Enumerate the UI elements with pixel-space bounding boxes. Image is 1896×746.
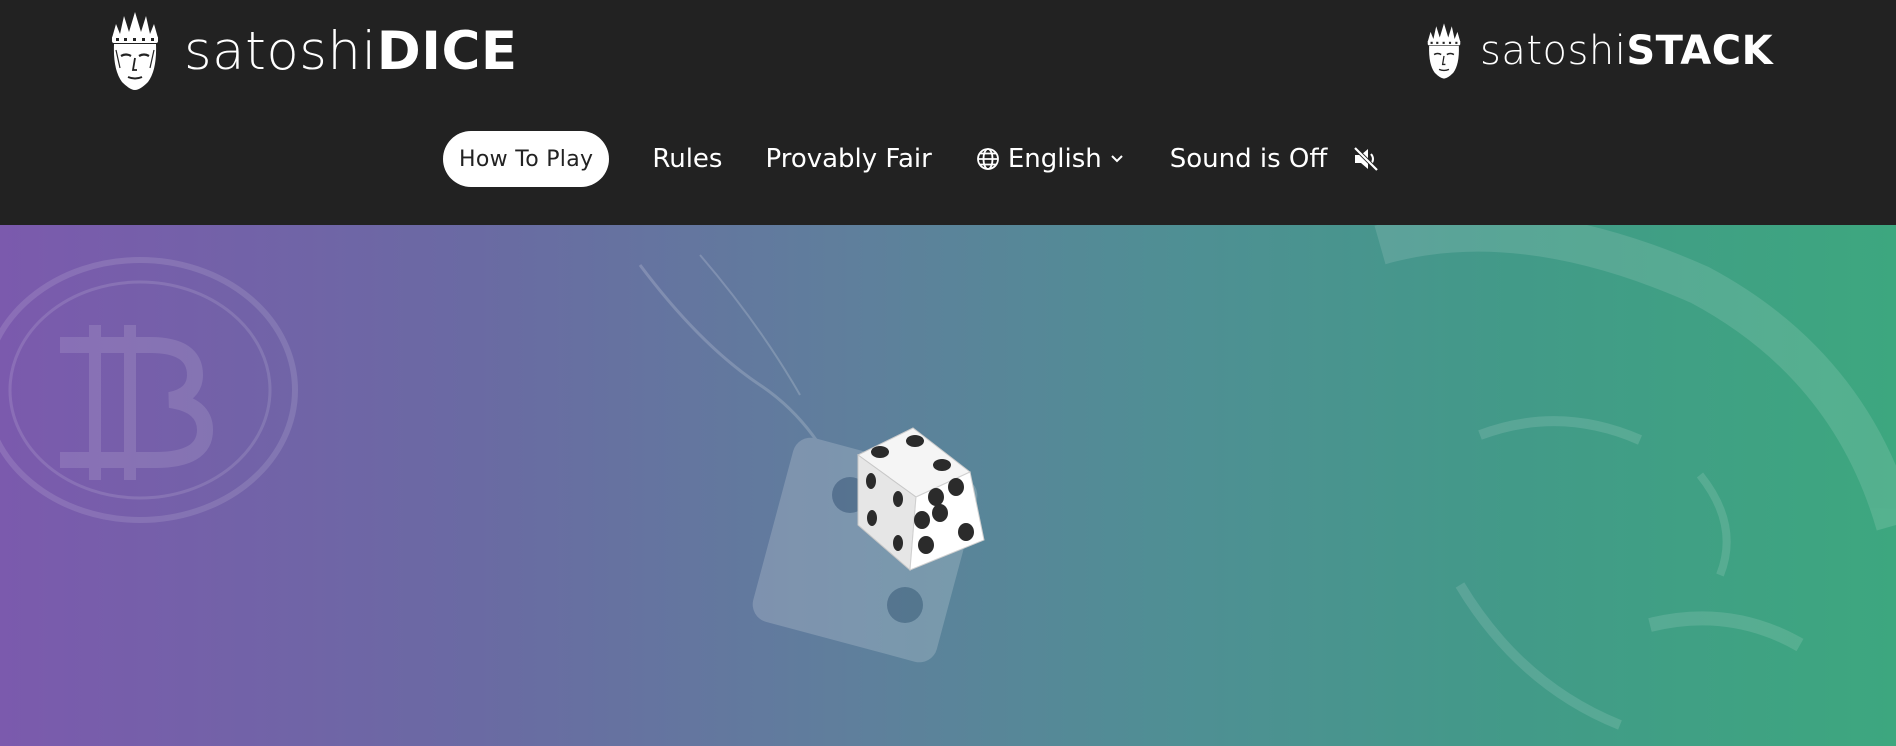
site-header: satoshiDICE satoshiSTACK How To Play Rul… <box>0 0 1896 225</box>
background-face <box>1374 225 1896 730</box>
secondary-brand-title: satoshiSTACK <box>1480 28 1773 74</box>
speaker-muted-icon[interactable] <box>1351 144 1381 174</box>
secondary-brand-title-light: satoshi <box>1480 28 1627 74</box>
hero-banner <box>0 225 1896 746</box>
nav-rules[interactable]: Rules <box>652 144 722 174</box>
brand-title: satoshiDICE <box>184 21 518 82</box>
brand-title-light: satoshi <box>184 20 377 82</box>
bitcoin-coin-icon <box>0 257 298 523</box>
language-label: English <box>1007 144 1102 174</box>
hero-artwork <box>0 225 1896 730</box>
globe-icon <box>976 147 1000 171</box>
sound-toggle-label[interactable]: Sound is Off <box>1170 144 1328 174</box>
satoshi-head-icon <box>1427 23 1461 79</box>
chevron-down-icon <box>1110 154 1124 164</box>
brand-title-bold: DICE <box>376 20 518 82</box>
satoshi-head-icon <box>112 12 158 90</box>
language-selector[interactable]: English <box>976 144 1124 174</box>
nav-how-to-play[interactable]: How To Play <box>443 131 610 187</box>
satoshistack-logo-link[interactable]: satoshiSTACK <box>1422 22 1773 80</box>
secondary-brand-title-bold: STACK <box>1626 28 1774 74</box>
nav-provably-fair[interactable]: Provably Fair <box>765 144 931 174</box>
main-nav: How To Play Rules Provably Fair English … <box>443 131 1381 187</box>
satoshidice-logo-link[interactable]: satoshiDICE <box>104 10 518 92</box>
